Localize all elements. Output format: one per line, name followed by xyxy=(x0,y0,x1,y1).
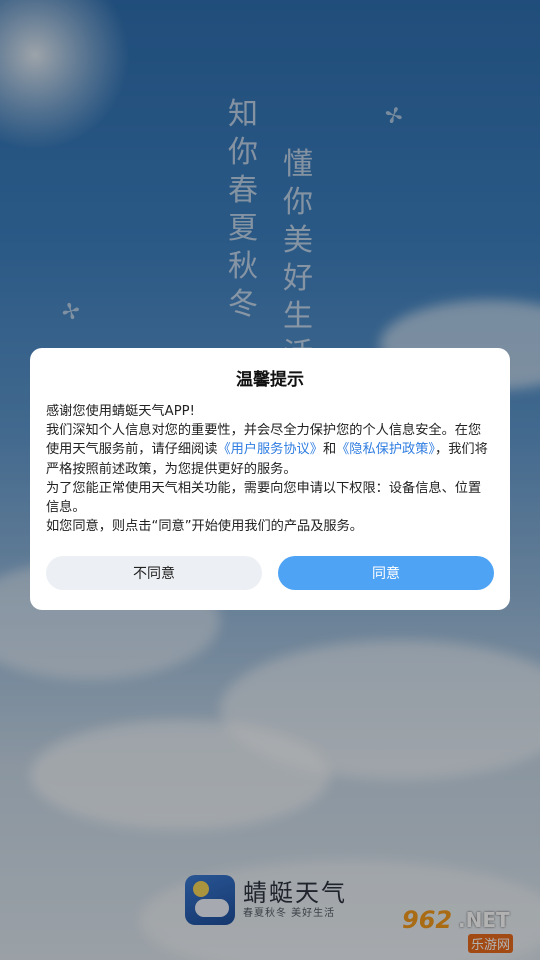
dialog-paragraph-policy: 我们深知个人信息对您的重要性，并会尽全力保护您的个人信息安全。在您使用天气服务前… xyxy=(46,421,494,479)
dialog-paragraph-consent: 如您同意，则点击“同意”开始使用我们的产品及服务。 xyxy=(46,519,363,535)
disagree-button[interactable]: 不同意 xyxy=(46,556,262,590)
splash-screen: 知你春夏秋冬 懂你美好生活 ✢ ✢ 蜻蜓天气 春夏秋冬 美好生活 962 .NE… xyxy=(0,0,540,960)
dialog-paragraph-thanks: 感谢您使用蜻蜓天气APP! xyxy=(46,404,195,419)
privacy-dialog: 温馨提示 感谢您使用蜻蜓天气APP! 我们深知个人信息对您的重要性，并会尽全力保… xyxy=(30,348,510,610)
dialog-button-row: 不同意 同意 xyxy=(46,556,494,590)
dialog-body: 感谢您使用蜻蜓天气APP! 我们深知个人信息对您的重要性，并会尽全力保护您的个人… xyxy=(46,402,494,536)
dialog-title: 温馨提示 xyxy=(236,370,304,390)
dialog-paragraph-permissions: 为了您能正常使用天气相关功能，需要向您申请以下权限：设备信息、位置信息。 xyxy=(46,480,482,516)
policy-text-and: 和 xyxy=(322,442,337,458)
privacy-policy-link[interactable]: 《隐私保护政策》 xyxy=(336,442,435,457)
user-agreement-link[interactable]: 《用户服务协议》 xyxy=(217,442,323,457)
agree-button[interactable]: 同意 xyxy=(278,556,494,590)
